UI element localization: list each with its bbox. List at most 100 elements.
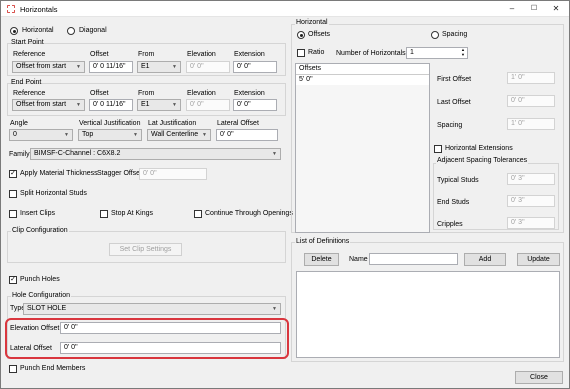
- end-offset-input[interactable]: 0' 0 11/16": [89, 99, 133, 111]
- insert-clips-checkbox[interactable]: [9, 210, 17, 218]
- stop-at-kings-checkbox[interactable]: [100, 210, 108, 218]
- typical-studs-input[interactable]: 0' 3": [507, 173, 555, 185]
- dialog-window: Horizontals – ☐ ✕ Horizontal Diagonal St…: [0, 0, 570, 389]
- cripples-input[interactable]: 0' 3": [507, 217, 555, 229]
- angle-label: Angle: [10, 120, 28, 127]
- clip-config-title: Clip Configuration: [11, 227, 69, 234]
- number-of-horizontals-input[interactable]: 1 ▲ ▼: [406, 47, 468, 59]
- chevron-down-icon: ▼: [172, 64, 177, 70]
- lateral-offset-input[interactable]: 0' 0": [216, 129, 278, 141]
- start-offset-label: Offset: [90, 51, 109, 58]
- start-offset-input[interactable]: 0' 0 11/16": [89, 61, 133, 73]
- end-offset-label: Offset: [90, 90, 109, 97]
- ratio-label: Ratio: [308, 49, 325, 56]
- chevron-down-icon: ▼: [272, 306, 277, 312]
- end-elevation-label: Elevation: [187, 90, 216, 97]
- horizontal-extensions-label: Horizontal Extensions: [445, 145, 513, 152]
- chevron-down-icon: ▼: [64, 132, 69, 138]
- start-elevation-label: Elevation: [187, 51, 216, 58]
- ljust-select[interactable]: Wall Centerline ▼: [147, 129, 211, 141]
- family-select[interactable]: BIMSF-C-Channel : C6X8.2 ▼: [30, 148, 281, 160]
- end-extension-label: Extension: [234, 90, 265, 97]
- punch-holes-label: Punch Holes: [20, 276, 60, 283]
- stagger-offset-input[interactable]: 0' 0": [139, 168, 207, 180]
- split-studs-checkbox[interactable]: [9, 190, 17, 198]
- hole-type-select[interactable]: SLOT HOLE ▼: [23, 303, 281, 315]
- family-label: Family: [9, 151, 30, 158]
- chevron-down-icon: ▼: [202, 132, 207, 138]
- chevron-down-icon: ▼: [76, 102, 81, 108]
- hole-config-title: Hole Configuration: [11, 292, 71, 299]
- app-icon: [7, 5, 15, 13]
- end-from-select[interactable]: E1 ▼: [137, 99, 181, 111]
- start-elevation-input[interactable]: 0' 0": [186, 61, 230, 73]
- first-offset-label: First Offset: [437, 76, 472, 83]
- add-button[interactable]: Add: [464, 253, 506, 266]
- horizontal-group-title: Horizontal: [295, 19, 329, 26]
- punch-holes-checkbox[interactable]: ✓: [9, 276, 17, 284]
- end-studs-input[interactable]: 0' 3": [507, 195, 555, 207]
- end-extension-input[interactable]: 0' 0": [233, 99, 277, 111]
- window-title: Horizontals: [20, 5, 58, 14]
- end-from-label: From: [138, 90, 155, 97]
- adjacent-tolerances-title: Adjacent Spacing Tolerances: [436, 157, 529, 164]
- maximize-icon[interactable]: ☐: [527, 4, 541, 14]
- spinner-icon: ▲ ▼: [461, 47, 465, 57]
- punch-end-members-label: Punch End Members: [20, 365, 86, 372]
- horizontal-radio[interactable]: [10, 27, 18, 35]
- hole-elevation-offset-input[interactable]: 0' 0": [60, 322, 281, 334]
- definitions-title: List of Definitions: [295, 238, 351, 245]
- set-clip-settings-button[interactable]: Set Clip Settings: [109, 243, 182, 256]
- title-bar: Horizontals – ☐ ✕: [1, 1, 569, 17]
- start-reference-select[interactable]: Offset from start ▼: [12, 61, 85, 73]
- vjust-select[interactable]: Top ▼: [78, 129, 142, 141]
- chevron-down-icon: ▼: [172, 102, 177, 108]
- start-reference-label: Reference: [13, 51, 46, 58]
- spacing-radio[interactable]: [431, 31, 439, 39]
- definition-name-input[interactable]: [369, 253, 458, 265]
- spacing-label: Spacing: [437, 122, 463, 129]
- lateral-offset-label: Lateral Offset: [217, 120, 259, 127]
- spacing-input[interactable]: 1' 0": [507, 118, 555, 130]
- spacing-radio-label: Spacing: [442, 31, 468, 38]
- hole-elevation-offset-label: Elevation Offset: [10, 325, 60, 332]
- offsets-list[interactable]: Offsets 5' 0": [295, 63, 430, 233]
- chevron-down-icon: ▼: [76, 64, 81, 70]
- apply-material-checkbox[interactable]: ✓: [9, 170, 17, 178]
- hole-lateral-offset-label: Lateral Offset: [10, 345, 52, 352]
- insert-clips-label: Insert Clips: [20, 210, 56, 217]
- end-reference-select[interactable]: Offset from start ▼: [12, 99, 85, 111]
- last-offset-label: Last Offset: [437, 99, 471, 106]
- start-point-title: Start Point: [11, 39, 44, 46]
- definitions-list[interactable]: [296, 271, 560, 358]
- start-from-select[interactable]: E1 ▼: [137, 61, 181, 73]
- continue-openings-checkbox[interactable]: [194, 210, 202, 218]
- minimize-icon[interactable]: –: [505, 4, 519, 14]
- first-offset-input[interactable]: 1' 0": [507, 72, 555, 84]
- stop-at-kings-label: Stop At Kings: [111, 210, 154, 217]
- hole-lateral-offset-input[interactable]: 0' 0": [60, 342, 281, 354]
- apply-material-label: Apply Material Thickness: [20, 170, 98, 177]
- angle-select[interactable]: 0 ▼: [9, 129, 73, 141]
- cripples-label: Cripples: [437, 221, 463, 228]
- end-elevation-input[interactable]: 0' 0": [186, 99, 230, 111]
- update-button[interactable]: Update: [517, 253, 560, 266]
- ratio-checkbox[interactable]: [297, 49, 305, 57]
- offsets-radio[interactable]: [297, 31, 305, 39]
- end-reference-label: Reference: [13, 90, 46, 97]
- horizontal-extensions-checkbox[interactable]: [434, 145, 442, 153]
- split-studs-label: Split Horizontal Studs: [20, 190, 87, 197]
- offsets-radio-label: Offsets: [308, 31, 331, 38]
- diagonal-radio[interactable]: [67, 27, 75, 35]
- close-button[interactable]: Close: [515, 371, 563, 384]
- chevron-down-icon: ▼: [272, 151, 277, 157]
- delete-button[interactable]: Delete: [304, 253, 339, 266]
- start-extension-input[interactable]: 0' 0": [233, 61, 277, 73]
- punch-end-members-checkbox[interactable]: [9, 365, 17, 373]
- diagonal-radio-label: Diagonal: [79, 27, 107, 34]
- close-icon[interactable]: ✕: [549, 4, 563, 14]
- end-studs-label: End Studs: [437, 199, 470, 206]
- last-offset-input[interactable]: 0' 0": [507, 95, 555, 107]
- offsets-list-header: Offsets: [296, 64, 429, 75]
- offsets-list-item[interactable]: 5' 0": [296, 75, 429, 85]
